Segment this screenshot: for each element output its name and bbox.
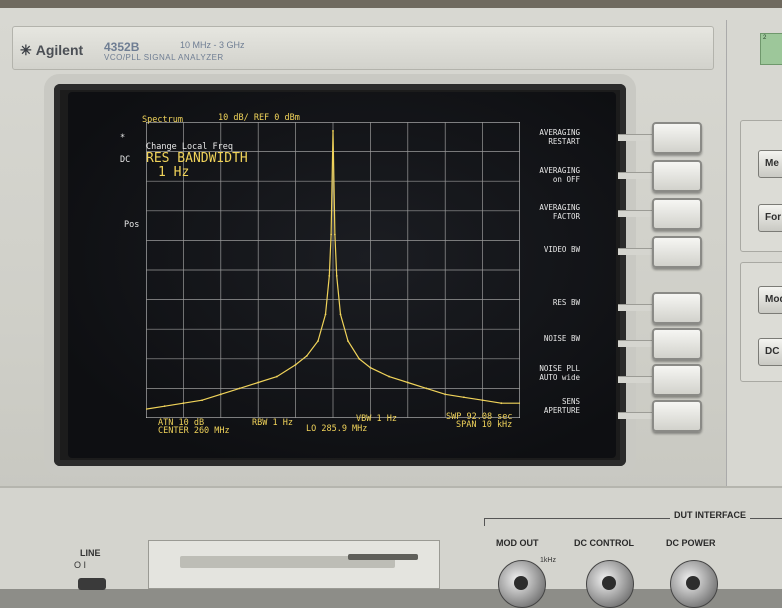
status-tag: 2	[760, 33, 782, 65]
mod-out-freq: 1kHz	[540, 557, 556, 564]
softkey-stem	[618, 248, 654, 255]
line-label: LINE	[80, 548, 101, 558]
softkey-stem	[618, 304, 654, 311]
mod-out-label: MOD OUT	[496, 538, 539, 548]
softkey-stem	[618, 376, 654, 383]
softkey-stem	[618, 340, 654, 347]
softkey-label-averaging-factor: AVERAGING FACTOR	[539, 203, 580, 221]
center-readout: CENTER 260 MHz	[158, 426, 230, 436]
pos-label: Pos	[124, 220, 140, 230]
dut-interface-title: DUT INTERFACE	[670, 510, 750, 520]
mode-button[interactable]: Mod	[758, 286, 782, 314]
span-readout: SPAN 10 kHz	[456, 420, 513, 430]
marker-star: *	[120, 133, 126, 143]
softkey-stem	[618, 210, 654, 217]
softkey-label-sens-aperture: SENS APERTURE	[543, 397, 580, 415]
dc-button[interactable]: DC	[758, 338, 782, 366]
mod-out-connector[interactable]	[498, 560, 546, 608]
softkey-label-noise-bw: NOISE BW	[543, 334, 580, 343]
floppy-eject[interactable]	[348, 554, 418, 560]
softkey-averaging-restart[interactable]	[652, 122, 702, 154]
connector-center	[686, 576, 700, 590]
right-panel	[726, 20, 782, 490]
softkey-averaging-factor[interactable]	[652, 198, 702, 230]
softkey-res-bw[interactable]	[652, 292, 702, 324]
meas-button[interactable]: Me	[758, 150, 782, 178]
spectrum-plot	[146, 122, 520, 418]
softkey-label-averaging-on-off: AVERAGING on OFF	[539, 166, 580, 184]
softkey-averaging-on-off[interactable]	[652, 160, 702, 192]
softkey-stem	[618, 134, 654, 141]
right-panel-group-1	[740, 120, 782, 252]
softkey-label-noise-pll: NOISE PLL AUTO wide	[539, 364, 580, 382]
freq-range: 10 MHz - 3 GHz	[180, 40, 245, 50]
connector-center	[514, 576, 528, 590]
model-number: 4352B	[104, 40, 140, 54]
agilent-logo: ✳ Agilent	[20, 42, 83, 59]
connector-center	[602, 576, 616, 590]
dc-coupling-label: DC	[120, 155, 131, 165]
lo-readout: LO 285.9 MHz	[306, 424, 368, 434]
brand-name: Agilent	[35, 42, 84, 58]
softkey-video-bw[interactable]	[652, 236, 702, 268]
softkey-label-res-bw: RES BW	[552, 298, 580, 307]
softkey-stem	[618, 172, 654, 179]
dut-interface-tick	[484, 518, 485, 526]
line-power-switch[interactable]	[78, 578, 106, 590]
active-value: 1 Hz	[158, 165, 190, 180]
agilent-spark-icon: ✳	[20, 42, 32, 58]
line-power-symbols: O I	[74, 560, 87, 570]
softkey-stem	[618, 412, 654, 419]
softkey-label-averaging-restart: AVERAGING RESTART	[539, 128, 580, 146]
plot-grid	[146, 122, 520, 418]
softkey-noise-bw[interactable]	[652, 328, 702, 360]
active-parameter: RES BANDWIDTH	[146, 151, 248, 166]
dc-power-connector[interactable]	[670, 560, 718, 608]
format-button[interactable]: For	[758, 204, 782, 232]
softkey-sens-aperture[interactable]	[652, 400, 702, 432]
dc-power-label: DC POWER	[666, 538, 716, 548]
softkey-label-video-bw: VIDEO BW	[543, 245, 580, 254]
rbw-readout: RBW 1 Hz	[252, 418, 293, 428]
softkey-noise-pll[interactable]	[652, 364, 702, 396]
model-description: VCO/PLL SIGNAL ANALYZER	[104, 53, 224, 62]
dc-control-connector[interactable]	[586, 560, 634, 608]
vbw-readout: VBW 1 Hz	[356, 414, 397, 424]
dc-control-label: DC CONTROL	[574, 538, 634, 548]
